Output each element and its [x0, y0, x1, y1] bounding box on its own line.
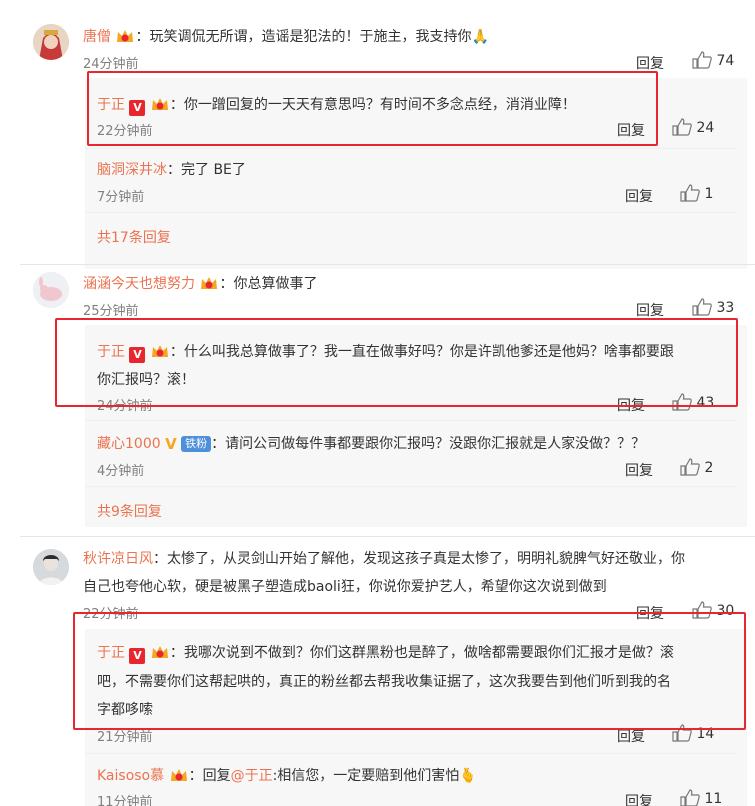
pray-emoji-icon: 🙏: [471, 29, 489, 45]
timestamp: 4分钟前: [97, 464, 145, 479]
reply-button[interactable]: 回复: [636, 53, 664, 73]
verified-v-icon: V: [165, 435, 177, 453]
thumbs-up-icon: [692, 298, 712, 316]
comment-text-line: 自己也夸他心软，硬是被黑子塑造成baoli狂，你说你爱护艺人，希望你这次说到做到: [83, 579, 607, 595]
vip-crown-icon: [115, 28, 135, 44]
comment-line: 涵涵今天也想努力 ：你总算做事了: [83, 275, 318, 292]
reply-line: Kaisoso慕 ：回复@于正:相信您，一定要赔到他们害怕🫰: [97, 767, 477, 784]
comment-separator: [20, 536, 755, 537]
divider: [85, 420, 737, 421]
like-button[interactable]: 1: [680, 184, 713, 202]
hand-emoji-icon: 🫰: [459, 768, 477, 784]
divider: [85, 148, 737, 149]
username-link[interactable]: 唐僧: [83, 29, 111, 45]
mention-link[interactable]: @于正: [231, 768, 273, 784]
divider: [85, 486, 737, 487]
username-link[interactable]: 涵涵今天也想努力: [83, 276, 195, 292]
thumbs-up-icon: [680, 184, 700, 202]
thumbs-up-icon: [680, 458, 700, 476]
username-link[interactable]: 脑洞深井冰: [97, 162, 167, 178]
comment-separator: [20, 264, 755, 265]
thumbs-up-icon: [672, 118, 692, 136]
avatar[interactable]: [33, 272, 69, 308]
more-replies-link[interactable]: 共9条回复: [97, 501, 162, 521]
thumbs-up-icon: [692, 51, 712, 69]
avatar[interactable]: [33, 549, 69, 585]
avatar[interactable]: [33, 24, 69, 60]
timestamp: 25分钟前: [83, 304, 139, 319]
reply-button[interactable]: 回复: [625, 186, 653, 206]
timestamp: 24分钟前: [83, 57, 139, 72]
comment-line: 唐僧 ：玩笑调侃无所谓，造谣是犯法的！于施主，我支持你🙏: [83, 28, 489, 45]
divider: [85, 212, 737, 213]
username-link[interactable]: Kaisoso慕: [97, 768, 164, 784]
vip-crown-icon: [169, 767, 189, 783]
reply-button[interactable]: 回复: [625, 460, 653, 480]
divider: [85, 753, 737, 754]
like-button[interactable]: 74: [692, 51, 734, 69]
comment-line: 秋许凉日风：太惨了，从灵剑山开始了解他，发现这孩子真是太惨了，明明礼貌脾气好还敬…: [83, 551, 685, 567]
highlight-box: [73, 612, 746, 730]
vip-crown-icon: [199, 275, 219, 291]
timestamp: 11分钟前: [97, 795, 153, 806]
reply-line: 藏心1000 V 铁粉 ：请问公司做每件事都要跟你汇报吗？没跟你汇报就是人家没做？…: [97, 435, 646, 453]
reply-button[interactable]: 回复: [636, 300, 664, 320]
more-replies-link[interactable]: 共17条回复: [97, 227, 171, 247]
like-button[interactable]: 24: [672, 118, 714, 136]
highlight-box: [55, 318, 738, 407]
reply-line: 脑洞深井冰：完了 BE了: [97, 162, 246, 178]
like-button[interactable]: 33: [692, 298, 734, 316]
reply-button[interactable]: 回复: [625, 791, 653, 806]
like-button[interactable]: 11: [680, 789, 722, 806]
fan-badge: 铁粉: [181, 436, 212, 452]
username-link[interactable]: 秋许凉日风: [83, 551, 153, 567]
username-link[interactable]: 藏心1000: [97, 436, 161, 452]
highlight-box: [87, 71, 658, 146]
timestamp: 7分钟前: [97, 190, 145, 205]
thumbs-up-icon: [680, 789, 700, 806]
like-button[interactable]: 2: [680, 458, 713, 476]
